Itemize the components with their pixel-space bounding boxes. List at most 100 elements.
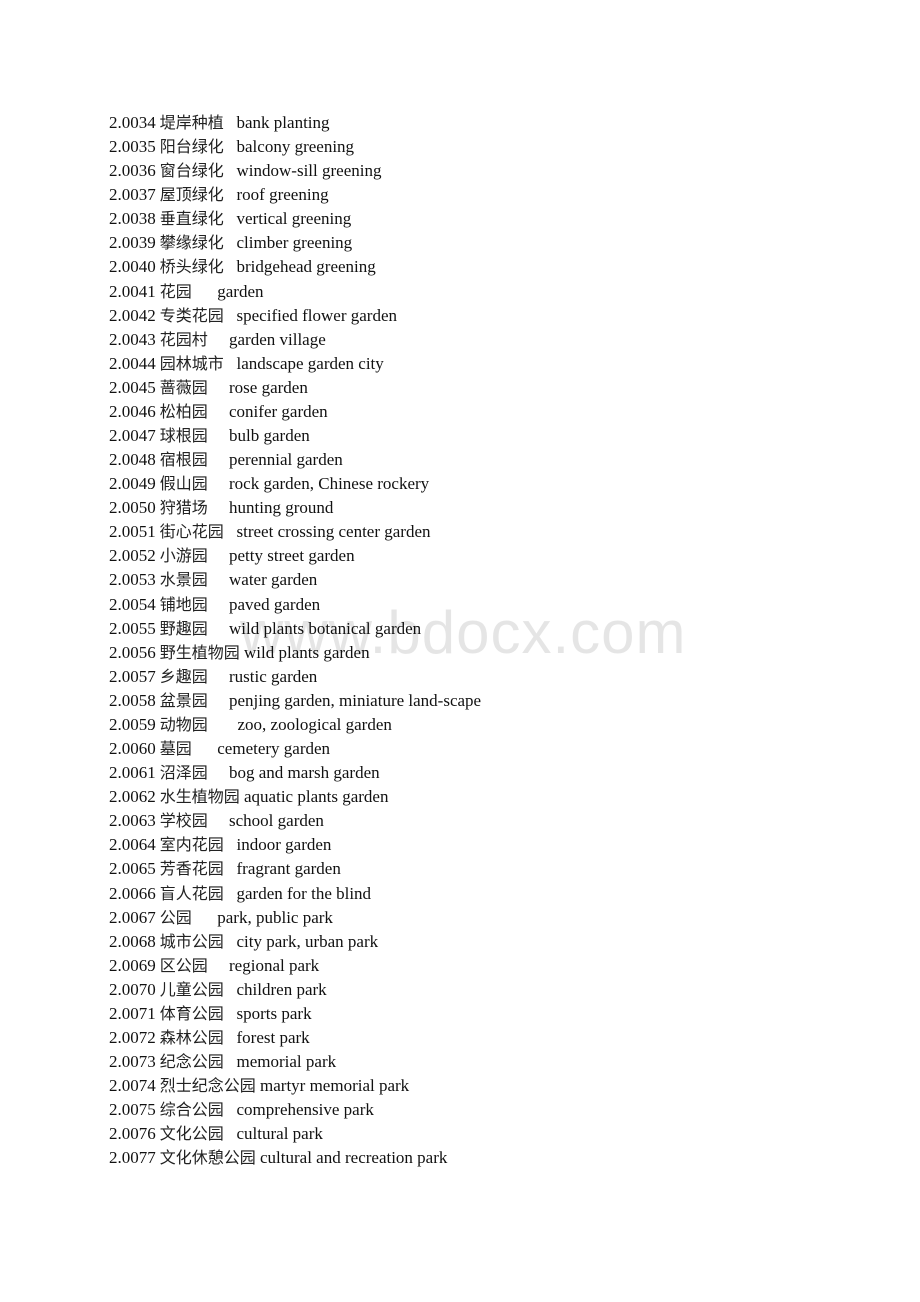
entry-english-term: zoo, zoological garden — [237, 714, 392, 734]
entry-number: 2.0046 — [109, 401, 156, 421]
document-page: 2.0034 堤岸种植 bank planting 2.0035 阳台绿化 balco… — [0, 0, 920, 1302]
entry-chinese-term: 公园 — [159, 907, 192, 927]
entry-english-term: conifer garden — [229, 401, 328, 421]
entry-gap — [208, 763, 229, 782]
entry-number: 2.0077 — [109, 1148, 156, 1168]
entry-chinese-term: 花园 — [159, 281, 192, 301]
glossary-entry: 2.0073 纪念公园 memorial park — [109, 1050, 481, 1074]
entry-english-term: bridgehead greening — [236, 257, 376, 277]
entry-gap — [224, 113, 237, 132]
entry-chinese-term: 沼泽园 — [159, 763, 208, 783]
entry-english-term: hunting ground — [229, 498, 334, 518]
entry-gap — [224, 932, 237, 951]
entry-chinese-term: 芳香花园 — [159, 859, 224, 879]
entry-gap — [224, 1124, 237, 1143]
entry-number: 2.0037 — [109, 185, 156, 205]
entry-number: 2.0067 — [109, 907, 156, 927]
entry-chinese-term: 森林公园 — [159, 1027, 224, 1047]
glossary-entry: 2.0064 室内花园 indoor garden — [109, 833, 481, 857]
entry-english-term: street crossing center garden — [236, 522, 431, 542]
entry-chinese-term: 烈士纪念公园 — [159, 1076, 256, 1096]
entry-chinese-term: 野趣园 — [159, 618, 208, 638]
entry-number: 2.0074 — [109, 1076, 156, 1096]
entry-english-term: rustic garden — [229, 666, 318, 686]
entry-chinese-term: 文化公园 — [159, 1124, 224, 1144]
entry-chinese-term: 园林城市 — [159, 353, 224, 373]
glossary-entry: 2.0043 花园村 garden village — [109, 328, 481, 352]
entry-number: 2.0057 — [109, 666, 156, 686]
entry-chinese-term: 室内花园 — [159, 835, 224, 855]
entry-gap — [208, 956, 229, 975]
entry-chinese-term: 小游园 — [159, 546, 208, 566]
entry-number: 2.0062 — [109, 787, 156, 807]
glossary-entry: 2.0068 城市公园 city park, urban park — [109, 930, 481, 954]
entry-english-term: wild plants garden — [244, 642, 370, 662]
entry-number: 2.0070 — [109, 979, 156, 999]
entry-english-term: penjing garden, miniature land-scape — [229, 690, 482, 710]
entry-number: 2.0040 — [109, 257, 156, 277]
entry-gap — [192, 282, 218, 301]
entry-chinese-term: 学校园 — [159, 811, 208, 831]
entry-chinese-term: 铺地园 — [159, 594, 208, 614]
glossary-entry: 2.0047 球根园 bulb garden — [109, 424, 481, 448]
entry-english-term: forest park — [236, 1027, 310, 1047]
entry-gap — [208, 498, 229, 517]
entry-number: 2.0034 — [109, 113, 156, 132]
entry-english-term: specified flower garden — [236, 305, 397, 325]
entry-chinese-term: 盆景园 — [159, 690, 208, 710]
glossary-entry: 2.0069 区公园 regional park — [109, 954, 481, 978]
entry-chinese-term: 松柏园 — [159, 401, 208, 421]
entry-number: 2.0051 — [109, 522, 156, 542]
glossary-entry: 2.0038 垂直绿化 vertical greening — [109, 207, 481, 231]
entry-chinese-term: 球根园 — [159, 426, 208, 446]
entry-english-term: rose garden — [229, 377, 308, 397]
entry-gap — [208, 426, 229, 445]
entry-gap — [208, 811, 229, 830]
entry-gap — [224, 1100, 237, 1119]
entry-number: 2.0038 — [109, 209, 156, 229]
entry-gap — [208, 667, 229, 686]
entry-english-term: sports park — [236, 1003, 312, 1023]
entry-gap — [224, 859, 237, 878]
entry-english-term: perennial garden — [229, 450, 343, 470]
entry-number: 2.0065 — [109, 859, 156, 879]
entry-number: 2.0069 — [109, 955, 156, 975]
entry-chinese-term: 纪念公园 — [159, 1052, 224, 1072]
entry-english-term: petty street garden — [229, 546, 355, 566]
entry-chinese-term: 假山园 — [159, 474, 208, 494]
entry-chinese-term: 文化休憩公园 — [159, 1148, 256, 1168]
entry-number: 2.0058 — [109, 690, 156, 710]
entry-english-term: fragrant garden — [236, 859, 341, 879]
entry-chinese-term: 垂直绿化 — [159, 209, 224, 229]
entry-number: 2.0071 — [109, 1003, 156, 1023]
entry-english-term: water garden — [229, 570, 318, 590]
entry-number: 2.0053 — [109, 570, 156, 590]
entry-number: 2.0060 — [109, 739, 156, 759]
entry-gap — [224, 209, 237, 228]
entry-english-term: garden — [217, 281, 264, 301]
entry-gap — [224, 1028, 237, 1047]
entry-chinese-term: 乡趣园 — [159, 666, 208, 686]
entry-number: 2.0039 — [109, 233, 156, 253]
glossary-entry: 2.0055 野趣园 wild plants botanical garden — [109, 617, 481, 641]
entry-chinese-term: 城市公园 — [159, 931, 224, 951]
glossary-entry: 2.0036 窗台绿化 window-sill greening — [109, 159, 481, 183]
entry-gap — [224, 185, 237, 204]
entry-chinese-term: 花园村 — [159, 329, 208, 349]
glossary-entry: 2.0046 松柏园 conifer garden — [109, 400, 481, 424]
glossary-entry: 2.0053 水景园 water garden — [109, 568, 481, 592]
entry-gap — [208, 402, 229, 421]
glossary-entry: 2.0037 屋顶绿化 roof greening — [109, 183, 481, 207]
glossary-entry: 2.0071 体育公园 sports park — [109, 1002, 481, 1026]
entry-chinese-term: 街心花园 — [159, 522, 224, 542]
glossary-entry: 2.0056 野生植物园 wild plants garden — [109, 641, 481, 665]
entry-gap — [192, 739, 218, 758]
entry-chinese-term: 动物园 — [159, 714, 208, 734]
entry-gap — [208, 546, 229, 565]
entry-number: 2.0068 — [109, 931, 156, 951]
entry-english-term: cultural and recreation park — [260, 1148, 448, 1168]
entry-english-term: bank planting — [236, 113, 330, 132]
entry-chinese-term: 体育公园 — [159, 1003, 224, 1023]
entry-number: 2.0055 — [109, 618, 156, 638]
entry-chinese-term: 区公园 — [159, 955, 208, 975]
